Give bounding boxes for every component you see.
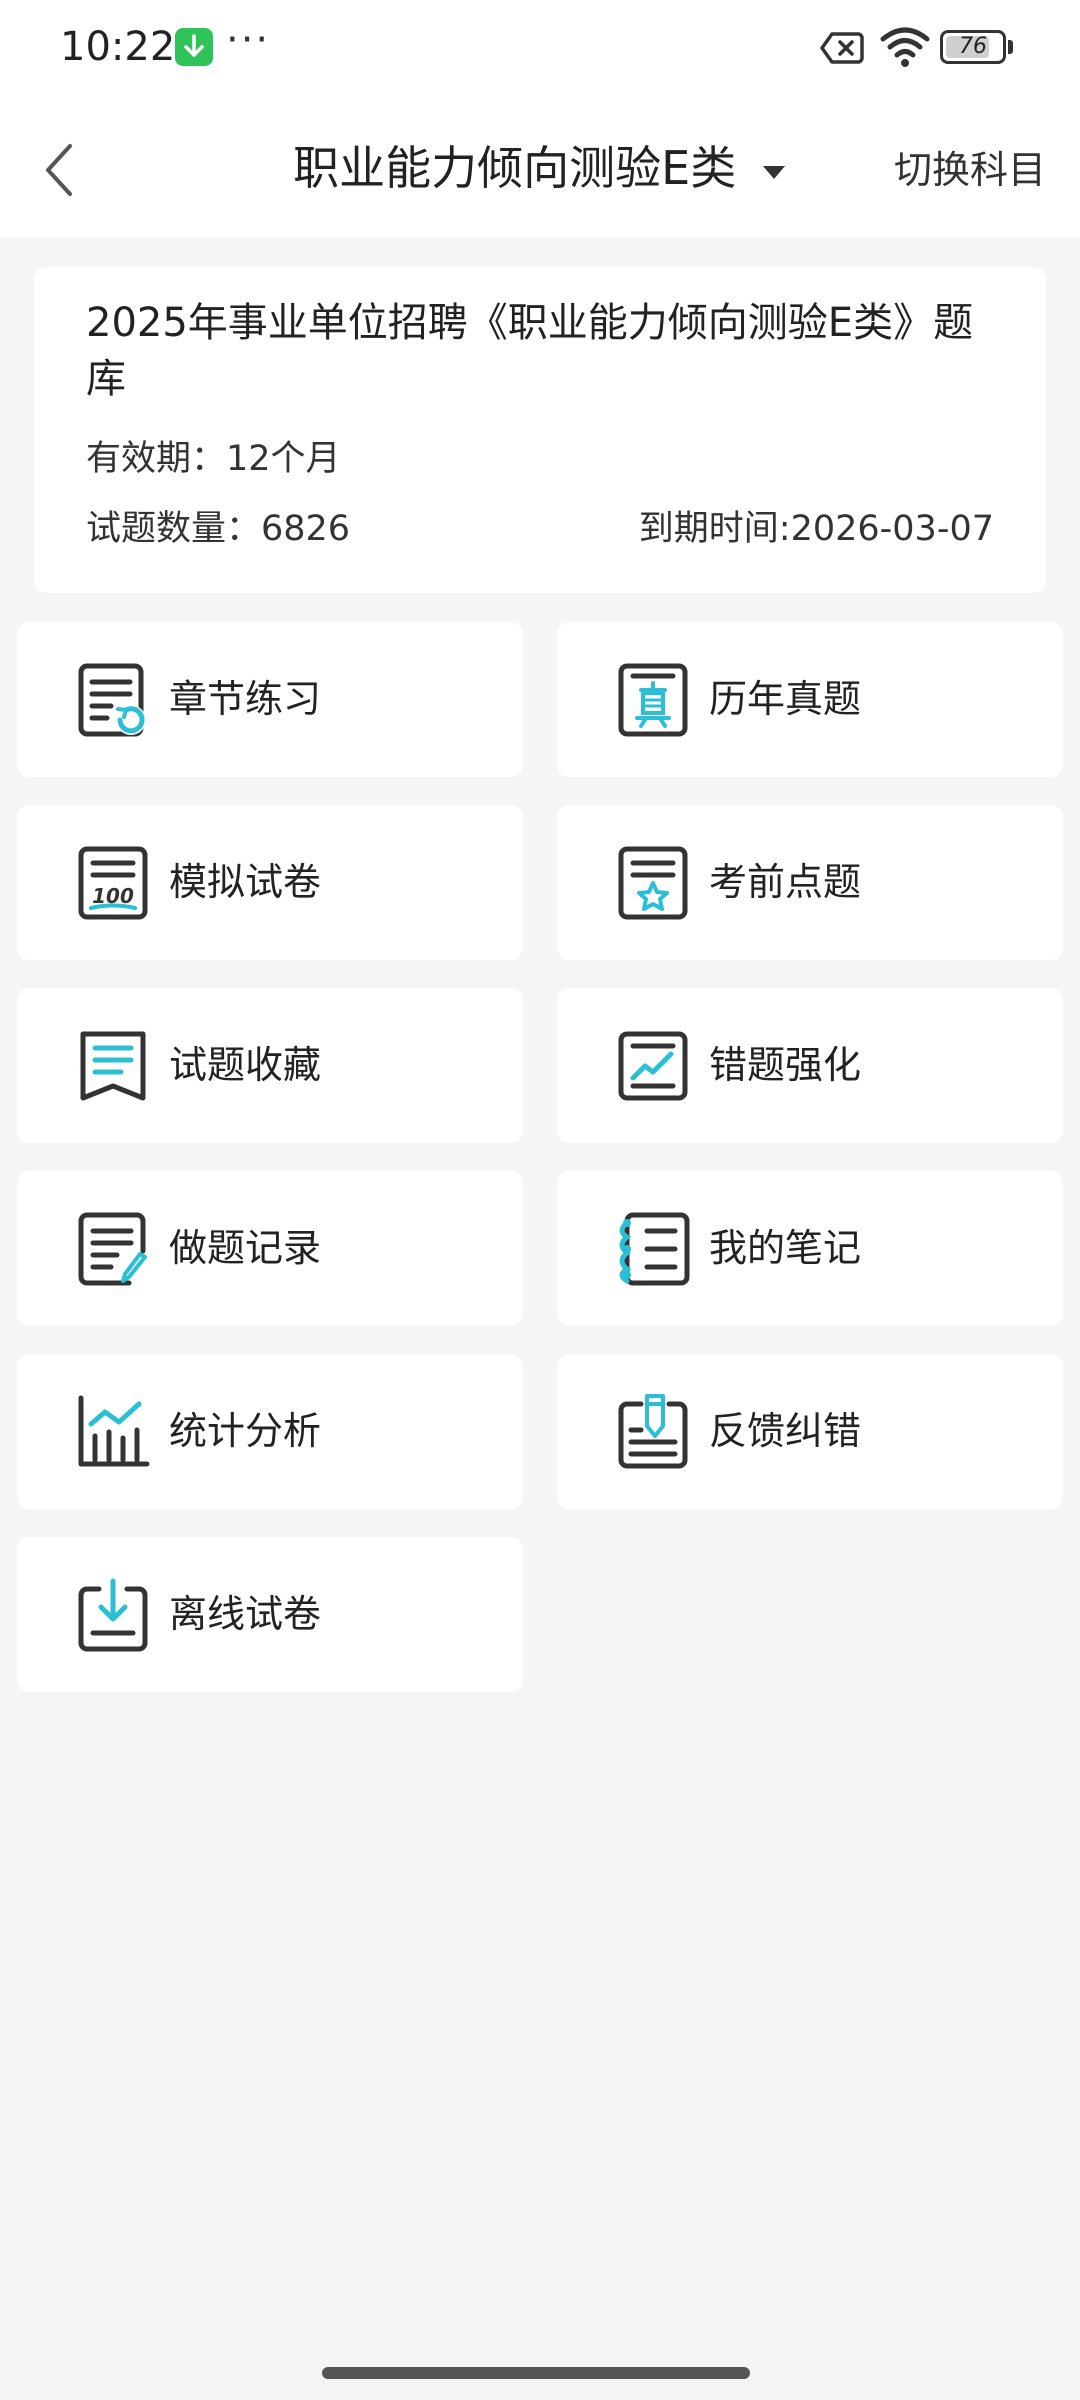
menu-item-label: 统计分析 — [169, 1409, 322, 1453]
download-notification-icon — [175, 28, 213, 66]
menu-item-label: 章节练习 — [169, 677, 322, 721]
menu-item-feedback[interactable]: 反馈纠错 — [557, 1354, 1063, 1509]
page-title: 职业能力倾向测验E类 — [293, 141, 737, 195]
sim-blocked-icon — [820, 32, 864, 64]
home-indicator[interactable] — [322, 2367, 750, 2379]
menu-item-chapter-practice[interactable]: 章节练习 — [17, 622, 523, 777]
menu-item-my-notes[interactable]: 我的笔记 — [557, 1171, 1063, 1326]
question-bank-info-card: 2025年事业单位招聘《职业能力倾向测验E类》题库 有效期：12个月 试题数量：… — [34, 267, 1046, 593]
battery-icon: 76 — [940, 30, 1006, 64]
wifi-icon — [880, 27, 930, 67]
expiry-date: 到期时间:2026-03-07 — [638, 509, 994, 549]
feedback-icon — [618, 1394, 688, 1469]
back-arrow-icon — [46, 144, 72, 196]
question-count: 试题数量：6826 — [86, 509, 351, 549]
menu-item-past-exams[interactable]: 历年真题 — [557, 622, 1063, 777]
menu-item-bookmarks[interactable]: 试题收藏 — [17, 988, 523, 1143]
wrong-questions-icon — [618, 1031, 688, 1101]
more-notifications-icon: ··· — [226, 17, 271, 63]
subject-selector[interactable]: 职业能力倾向测验E类 — [293, 138, 787, 198]
menu-item-practice-record[interactable]: 做题记录 — [17, 1171, 523, 1326]
dropdown-caret-icon — [762, 165, 785, 179]
past-exam-icon — [618, 663, 688, 737]
offline-download-icon — [78, 1578, 148, 1652]
mock-exam-icon: 100 — [78, 846, 148, 920]
validity-period: 有效期：12个月 — [86, 439, 341, 479]
question-bank-title: 2025年事业单位招聘《职业能力倾向测验E类》题库 — [86, 300, 974, 402]
battery-percentage: 76 — [959, 34, 987, 59]
menu-item-statistics[interactable]: 统计分析 — [17, 1354, 523, 1509]
menu-item-label: 考前点题 — [709, 860, 862, 904]
bookmark-icon — [80, 1031, 146, 1101]
menu-item-mock-exam[interactable]: 100 模拟试卷 — [17, 805, 523, 960]
status-time: 10:22 — [60, 24, 176, 70]
menu-item-label: 我的笔记 — [709, 1226, 862, 1270]
menu-item-wrong-questions[interactable]: 错题强化 — [557, 988, 1063, 1143]
statistics-icon — [78, 1395, 150, 1467]
menu-item-label: 试题收藏 — [169, 1043, 322, 1087]
back-button[interactable] — [30, 130, 110, 210]
menu-item-offline-exams[interactable]: 离线试卷 — [17, 1537, 523, 1692]
menu-item-label: 历年真题 — [709, 677, 862, 721]
menu-item-key-points[interactable]: 考前点题 — [557, 805, 1063, 960]
notes-icon — [619, 1212, 690, 1286]
nav-bar: 职业能力倾向测验E类 切换科目 — [0, 100, 1080, 238]
status-bar: 10:22 ··· 76 — [0, 0, 1080, 100]
menu-item-label: 反馈纠错 — [709, 1409, 862, 1453]
battery-tip — [1008, 40, 1013, 54]
menu-item-label: 做题记录 — [169, 1226, 322, 1270]
menu-item-label: 模拟试卷 — [169, 860, 322, 904]
menu-item-label: 错题强化 — [709, 1043, 862, 1087]
key-points-icon — [618, 846, 688, 920]
menu-item-label: 离线试卷 — [169, 1592, 322, 1636]
chapter-practice-icon — [78, 663, 146, 737]
switch-subject-button[interactable]: 切换科目 — [894, 148, 1046, 192]
practice-record-icon — [78, 1212, 147, 1286]
